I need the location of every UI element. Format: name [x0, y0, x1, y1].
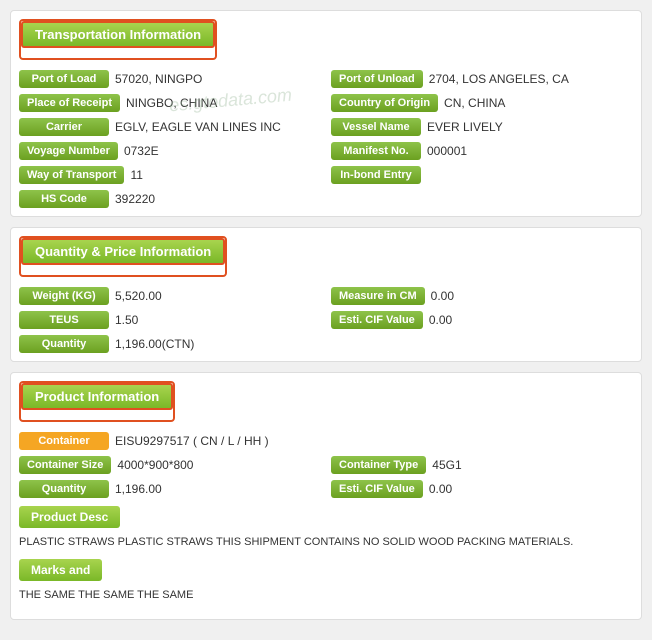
container-value: EISU9297517 ( CN / L / HH ) — [115, 434, 633, 448]
in-bond-entry-label: In-bond Entry — [331, 166, 421, 184]
way-of-transport-label: Way of Transport — [19, 166, 124, 184]
hs-code-value: 392220 — [115, 192, 321, 206]
container-row: Container EISU9297517 ( CN / L / HH ) — [19, 432, 633, 450]
product-quantity-label: Quantity — [19, 480, 109, 498]
way-of-transport-value: 11 — [130, 168, 321, 182]
marks-text: THE SAME THE SAME THE SAME — [19, 587, 633, 604]
manifest-no-value: 000001 — [427, 144, 633, 158]
container-size-value: 4000*900*800 — [117, 458, 321, 472]
quantity-header-wrap: Quantity & Price Information — [19, 236, 227, 277]
port-of-unload-value: 2704, LOS ANGELES, CA — [429, 72, 633, 86]
measure-row: Measure in CM 0.00 — [331, 287, 633, 305]
product-header-wrap: Product Information — [19, 381, 175, 422]
esti-cif-row: Esti. CIF Value 0.00 — [331, 311, 633, 329]
voyage-number-row: Voyage Number 0732E — [19, 142, 321, 160]
vessel-name-value: EVER LIVELY — [427, 120, 633, 134]
port-of-unload-row: Port of Unload 2704, LOS ANGELES, CA — [331, 70, 633, 88]
transportation-fields: es.gtodata.com Port of Load 57020, NINGP… — [19, 70, 633, 208]
container-type-label: Container Type — [331, 456, 426, 474]
hs-code-label: HS Code — [19, 190, 109, 208]
transportation-header: Transportation Information — [21, 21, 215, 48]
weight-row: Weight (KG) 5,520.00 — [19, 287, 321, 305]
container-label: Container — [19, 432, 109, 450]
manifest-no-row: Manifest No. 000001 — [331, 142, 633, 160]
container-type-row: Container Type 45G1 — [331, 456, 633, 474]
quantity-label: Quantity — [19, 335, 109, 353]
port-of-load-value: 57020, NINGPO — [115, 72, 321, 86]
marks-label: Marks and — [19, 559, 102, 581]
transportation-section: Transportation Information es.gtodata.co… — [10, 10, 642, 217]
teus-row: TEUS 1.50 — [19, 311, 321, 329]
quantity-header: Quantity & Price Information — [21, 238, 225, 265]
teus-label: TEUS — [19, 311, 109, 329]
transportation-header-wrap: Transportation Information — [19, 19, 217, 60]
product-quantity-value: 1,196.00 — [115, 482, 321, 496]
country-of-origin-row: Country of Origin CN, CHINA — [331, 94, 633, 112]
port-of-load-row: Port of Load 57020, NINGPO — [19, 70, 321, 88]
quantity-grid: Weight (KG) 5,520.00 Measure in CM 0.00 … — [19, 287, 633, 353]
in-bond-entry-row: In-bond Entry — [331, 166, 633, 184]
vessel-name-label: Vessel Name — [331, 118, 421, 136]
product-esti-cif-row: Esti. CIF Value 0.00 — [331, 480, 633, 498]
product-grid: Container EISU9297517 ( CN / L / HH ) Co… — [19, 432, 633, 498]
manifest-no-label: Manifest No. — [331, 142, 421, 160]
measure-label: Measure in CM — [331, 287, 425, 305]
weight-label: Weight (KG) — [19, 287, 109, 305]
voyage-number-value: 0732E — [124, 144, 321, 158]
quantity-value: 1,196.00(CTN) — [115, 337, 321, 351]
place-of-receipt-label: Place of Receipt — [19, 94, 120, 112]
container-size-label: Container Size — [19, 456, 111, 474]
port-of-load-label: Port of Load — [19, 70, 109, 88]
product-desc-label: Product Desc — [19, 506, 120, 528]
product-desc-section: Product Desc PLASTIC STRAWS PLASTIC STRA… — [19, 506, 633, 603]
teus-value: 1.50 — [115, 313, 321, 327]
carrier-label: Carrier — [19, 118, 109, 136]
esti-cif-value: 0.00 — [429, 313, 633, 327]
product-quantity-row: Quantity 1,196.00 — [19, 480, 321, 498]
product-desc-text: PLASTIC STRAWS PLASTIC STRAWS THIS SHIPM… — [19, 534, 633, 551]
product-esti-cif-value: 0.00 — [429, 482, 633, 496]
container-type-value: 45G1 — [432, 458, 633, 472]
product-esti-cif-label: Esti. CIF Value — [331, 480, 423, 498]
transportation-grid: Port of Load 57020, NINGPO Port of Unloa… — [19, 70, 633, 208]
country-of-origin-value: CN, CHINA — [444, 96, 633, 110]
vessel-name-row: Vessel Name EVER LIVELY — [331, 118, 633, 136]
container-size-row: Container Size 4000*900*800 — [19, 456, 321, 474]
voyage-number-label: Voyage Number — [19, 142, 118, 160]
way-of-transport-row: Way of Transport 11 — [19, 166, 321, 184]
product-section: Product Information Container EISU929751… — [10, 372, 642, 620]
carrier-value: EGLV, EAGLE VAN LINES INC — [115, 120, 321, 134]
weight-value: 5,520.00 — [115, 289, 321, 303]
hs-code-row: HS Code 392220 — [19, 190, 321, 208]
quantity-section: Quantity & Price Information Weight (KG)… — [10, 227, 642, 362]
carrier-row: Carrier EGLV, EAGLE VAN LINES INC — [19, 118, 321, 136]
country-of-origin-label: Country of Origin — [331, 94, 438, 112]
esti-cif-label: Esti. CIF Value — [331, 311, 423, 329]
product-header: Product Information — [21, 383, 173, 410]
measure-value: 0.00 — [431, 289, 633, 303]
place-of-receipt-row: Place of Receipt NINGBO, CHINA — [19, 94, 321, 112]
port-of-unload-label: Port of Unload — [331, 70, 423, 88]
place-of-receipt-value: NINGBO, CHINA — [126, 96, 321, 110]
quantity-row: Quantity 1,196.00(CTN) — [19, 335, 321, 353]
